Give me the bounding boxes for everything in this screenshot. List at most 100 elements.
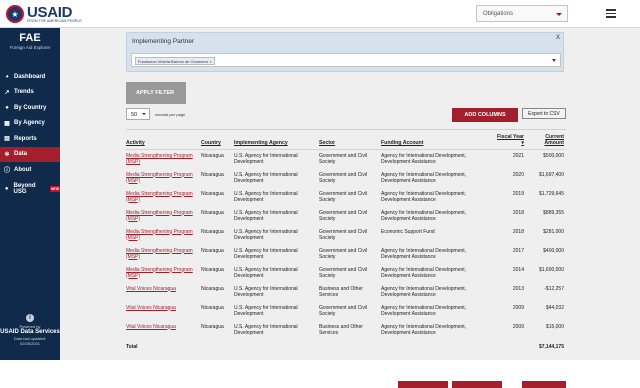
powered-by: i Powered by USAID Data Services Data la… <box>0 314 60 346</box>
sidebar: FAE Foreign Aid Explorer ◕ Dashboard ↗ Tren… <box>0 28 60 360</box>
country-cell: Nicaragua <box>201 266 224 273</box>
sector-cell: Business and Other Services <box>319 285 363 298</box>
sidebar-item-label: Data <box>14 151 28 158</box>
agency-cell: U.S. Agency for International Developmen… <box>234 209 298 222</box>
sidebar-item-label: By Country <box>14 104 47 111</box>
pagination-button[interactable] <box>522 381 566 388</box>
table-row: Media Strengthening Program (MSP) Nicarag… <box>126 169 566 188</box>
sidebar-item-label: About <box>14 166 32 173</box>
sector-cell: Government and Civil Society <box>319 228 368 241</box>
amount-cell: $1,729,645 <box>538 190 564 197</box>
activity-cell[interactable]: Media Strengthening Program (MSP) <box>126 245 201 264</box>
funding-account-cell: Agency for International Development, De… <box>381 153 467 165</box>
column-header-sector[interactable]: Sector <box>319 134 381 150</box>
column-header-current-amount[interactable]: Current Amount <box>526 134 566 150</box>
amount-cell: -$12,257 <box>544 285 564 292</box>
table-row: Media Strengthening Program (MSP) Nicarag… <box>126 264 566 283</box>
fiscal-year-cell: 2013 <box>512 285 524 292</box>
sidebar-item-trends[interactable]: ↗ Trends <box>0 85 60 101</box>
column-header-activity[interactable]: Activity <box>126 134 201 150</box>
selected-partner-tag[interactable]: Fundacion Violeta Barrios de Chamorro × <box>135 57 215 65</box>
amount-cell: $500,000 <box>543 153 564 159</box>
funding-account-cell: Agency for International Development, De… <box>381 247 467 260</box>
activity-cell[interactable]: Vital Voices Nicaragua <box>126 321 201 340</box>
usaid-logo[interactable]: ★ USAID FROM THE AMERICAN PEOPLE <box>6 3 82 25</box>
selected-partner-label: Fundacion Violeta Barrios de Chamorro <box>138 59 209 64</box>
column-header-agency[interactable]: Implementing Agency <box>234 134 319 150</box>
sidebar-item-dashboard[interactable]: ◕ Dashboard <box>0 69 60 85</box>
obligations-select[interactable]: Obligations <box>476 5 568 22</box>
activity-cell[interactable]: Media Strengthening Program (MSP) <box>126 264 201 283</box>
remove-tag-icon[interactable]: × <box>209 59 211 64</box>
sidebar-item-label: Beyond USG <box>13 183 36 196</box>
caret-down-icon <box>556 13 562 16</box>
sidebar-item-beyond-usg[interactable]: ● Beyond USG NEW <box>0 182 60 198</box>
total-label: Total <box>126 343 138 350</box>
sector-cell: Government and Civil Society <box>319 171 368 184</box>
dashboard-icon: ◕ <box>5 73 9 80</box>
data-table: Activity Country Implementing Agency Sec… <box>126 134 566 359</box>
agency-cell: U.S. Agency for International Developmen… <box>234 153 298 165</box>
add-columns-button[interactable]: ADD COLUMNS <box>452 108 518 122</box>
sector-cell: Government and Civil Society <box>319 153 368 165</box>
activity-cell[interactable]: Media Strengthening Program (MSP) <box>126 226 201 245</box>
table-row: Vital Voices Nicaragua Nicaragua U.S. Agen… <box>126 321 566 340</box>
sidebar-item-label: Trends <box>14 89 34 96</box>
user-icon: ● <box>4 186 9 193</box>
column-header-funding-account[interactable]: Funding Account <box>381 134 496 150</box>
sidebar-item-reports[interactable]: ▤ Reports <box>0 131 60 147</box>
sector-cell: Government and Civil Society <box>319 304 368 317</box>
pagination-button[interactable] <box>452 381 502 388</box>
table-row: Media Strengthening Program (MSP) Nicarag… <box>126 150 566 169</box>
activity-cell[interactable]: Media Strengthening Program (MSP) <box>126 207 201 226</box>
activity-cell[interactable]: Media Strengthening Program (MSP) <box>126 188 201 207</box>
sidebar-item-by-country[interactable]: ● By Country <box>0 100 60 116</box>
activity-cell[interactable]: Media Strengthening Program (MSP) <box>126 169 201 188</box>
column-header-fiscal-year[interactable]: Fiscal Year ▾ <box>496 134 526 150</box>
globe-icon: ● <box>5 104 9 111</box>
trends-icon: ↗ <box>4 89 10 96</box>
amount-cell: $1,600,000 <box>538 266 564 273</box>
apply-filter-button[interactable]: APPLY FILTER <box>126 82 186 104</box>
activity-cell[interactable]: Vital Voices Nicaragua <box>126 302 201 321</box>
sidebar-item-data[interactable]: ✲ Data <box>0 146 60 162</box>
country-cell: Nicaragua <box>201 209 224 216</box>
fiscal-year-cell: 2020 <box>512 171 524 178</box>
fiscal-year-cell: 2014 <box>512 266 524 273</box>
export-csv-button[interactable]: Export to CSV <box>522 108 566 119</box>
sidebar-item-about[interactable]: ⓘ About <box>0 162 60 178</box>
agency-cell: U.S. Agency for International Developmen… <box>234 285 298 298</box>
new-badge: NEW <box>49 186 60 193</box>
caret-down-icon <box>142 113 146 115</box>
column-header-country[interactable]: Country <box>201 134 234 150</box>
pagination-button[interactable] <box>398 381 448 388</box>
activity-cell[interactable]: Media Strengthening Program (MSP) <box>126 150 201 169</box>
funding-account-cell: Agency for International Development, De… <box>381 323 467 336</box>
top-bar: ★ USAID FROM THE AMERICAN PEOPLE Obligat… <box>0 0 640 28</box>
country-cell: Nicaragua <box>201 304 224 311</box>
amount-cell: $15,000 <box>545 323 564 330</box>
app-subtitle: Foreign Aid Explorer <box>9 45 51 50</box>
amount-cell: $281,000 <box>543 228 564 235</box>
funding-account-cell: Agency for International Development, De… <box>381 285 467 298</box>
fiscal-year-cell: 2021 <box>512 153 524 159</box>
hamburger-menu-icon[interactable] <box>606 9 616 18</box>
partner-select[interactable]: Fundacion Violeta Barrios de Chamorro × <box>131 53 561 67</box>
activity-cell[interactable]: Vital Voices Nicaragua <box>126 283 201 302</box>
fiscal-year-cell: 2017 <box>512 247 524 254</box>
close-filter-button[interactable]: X <box>556 35 560 41</box>
table-row: Vital Voices Nicaragua Nicaragua U.S. Agen… <box>126 302 566 321</box>
usaid-seal-icon: ★ <box>6 5 24 23</box>
amount-cell: $44,032 <box>545 304 564 311</box>
rows-per-page-select[interactable]: 50 <box>126 108 150 120</box>
sidebar-item-by-agency[interactable]: ▦ By Agency <box>0 116 60 132</box>
logo-text: USAID <box>27 3 73 21</box>
fiscal-year-cell: 2018 <box>512 228 524 235</box>
app-abbreviation: FAE <box>19 32 41 44</box>
powered-by-name: USAID Data Services <box>0 329 60 335</box>
table-row: Media Strengthening Program (MSP) Nicarag… <box>126 226 566 245</box>
obligations-select-value: Obligations <box>483 11 514 17</box>
rows-per-page-label: records per page <box>155 112 186 117</box>
sidebar-item-label: Dashboard <box>14 73 46 80</box>
implementing-partner-filter: Implementing Partner X Fundacion Violeta… <box>126 32 564 72</box>
